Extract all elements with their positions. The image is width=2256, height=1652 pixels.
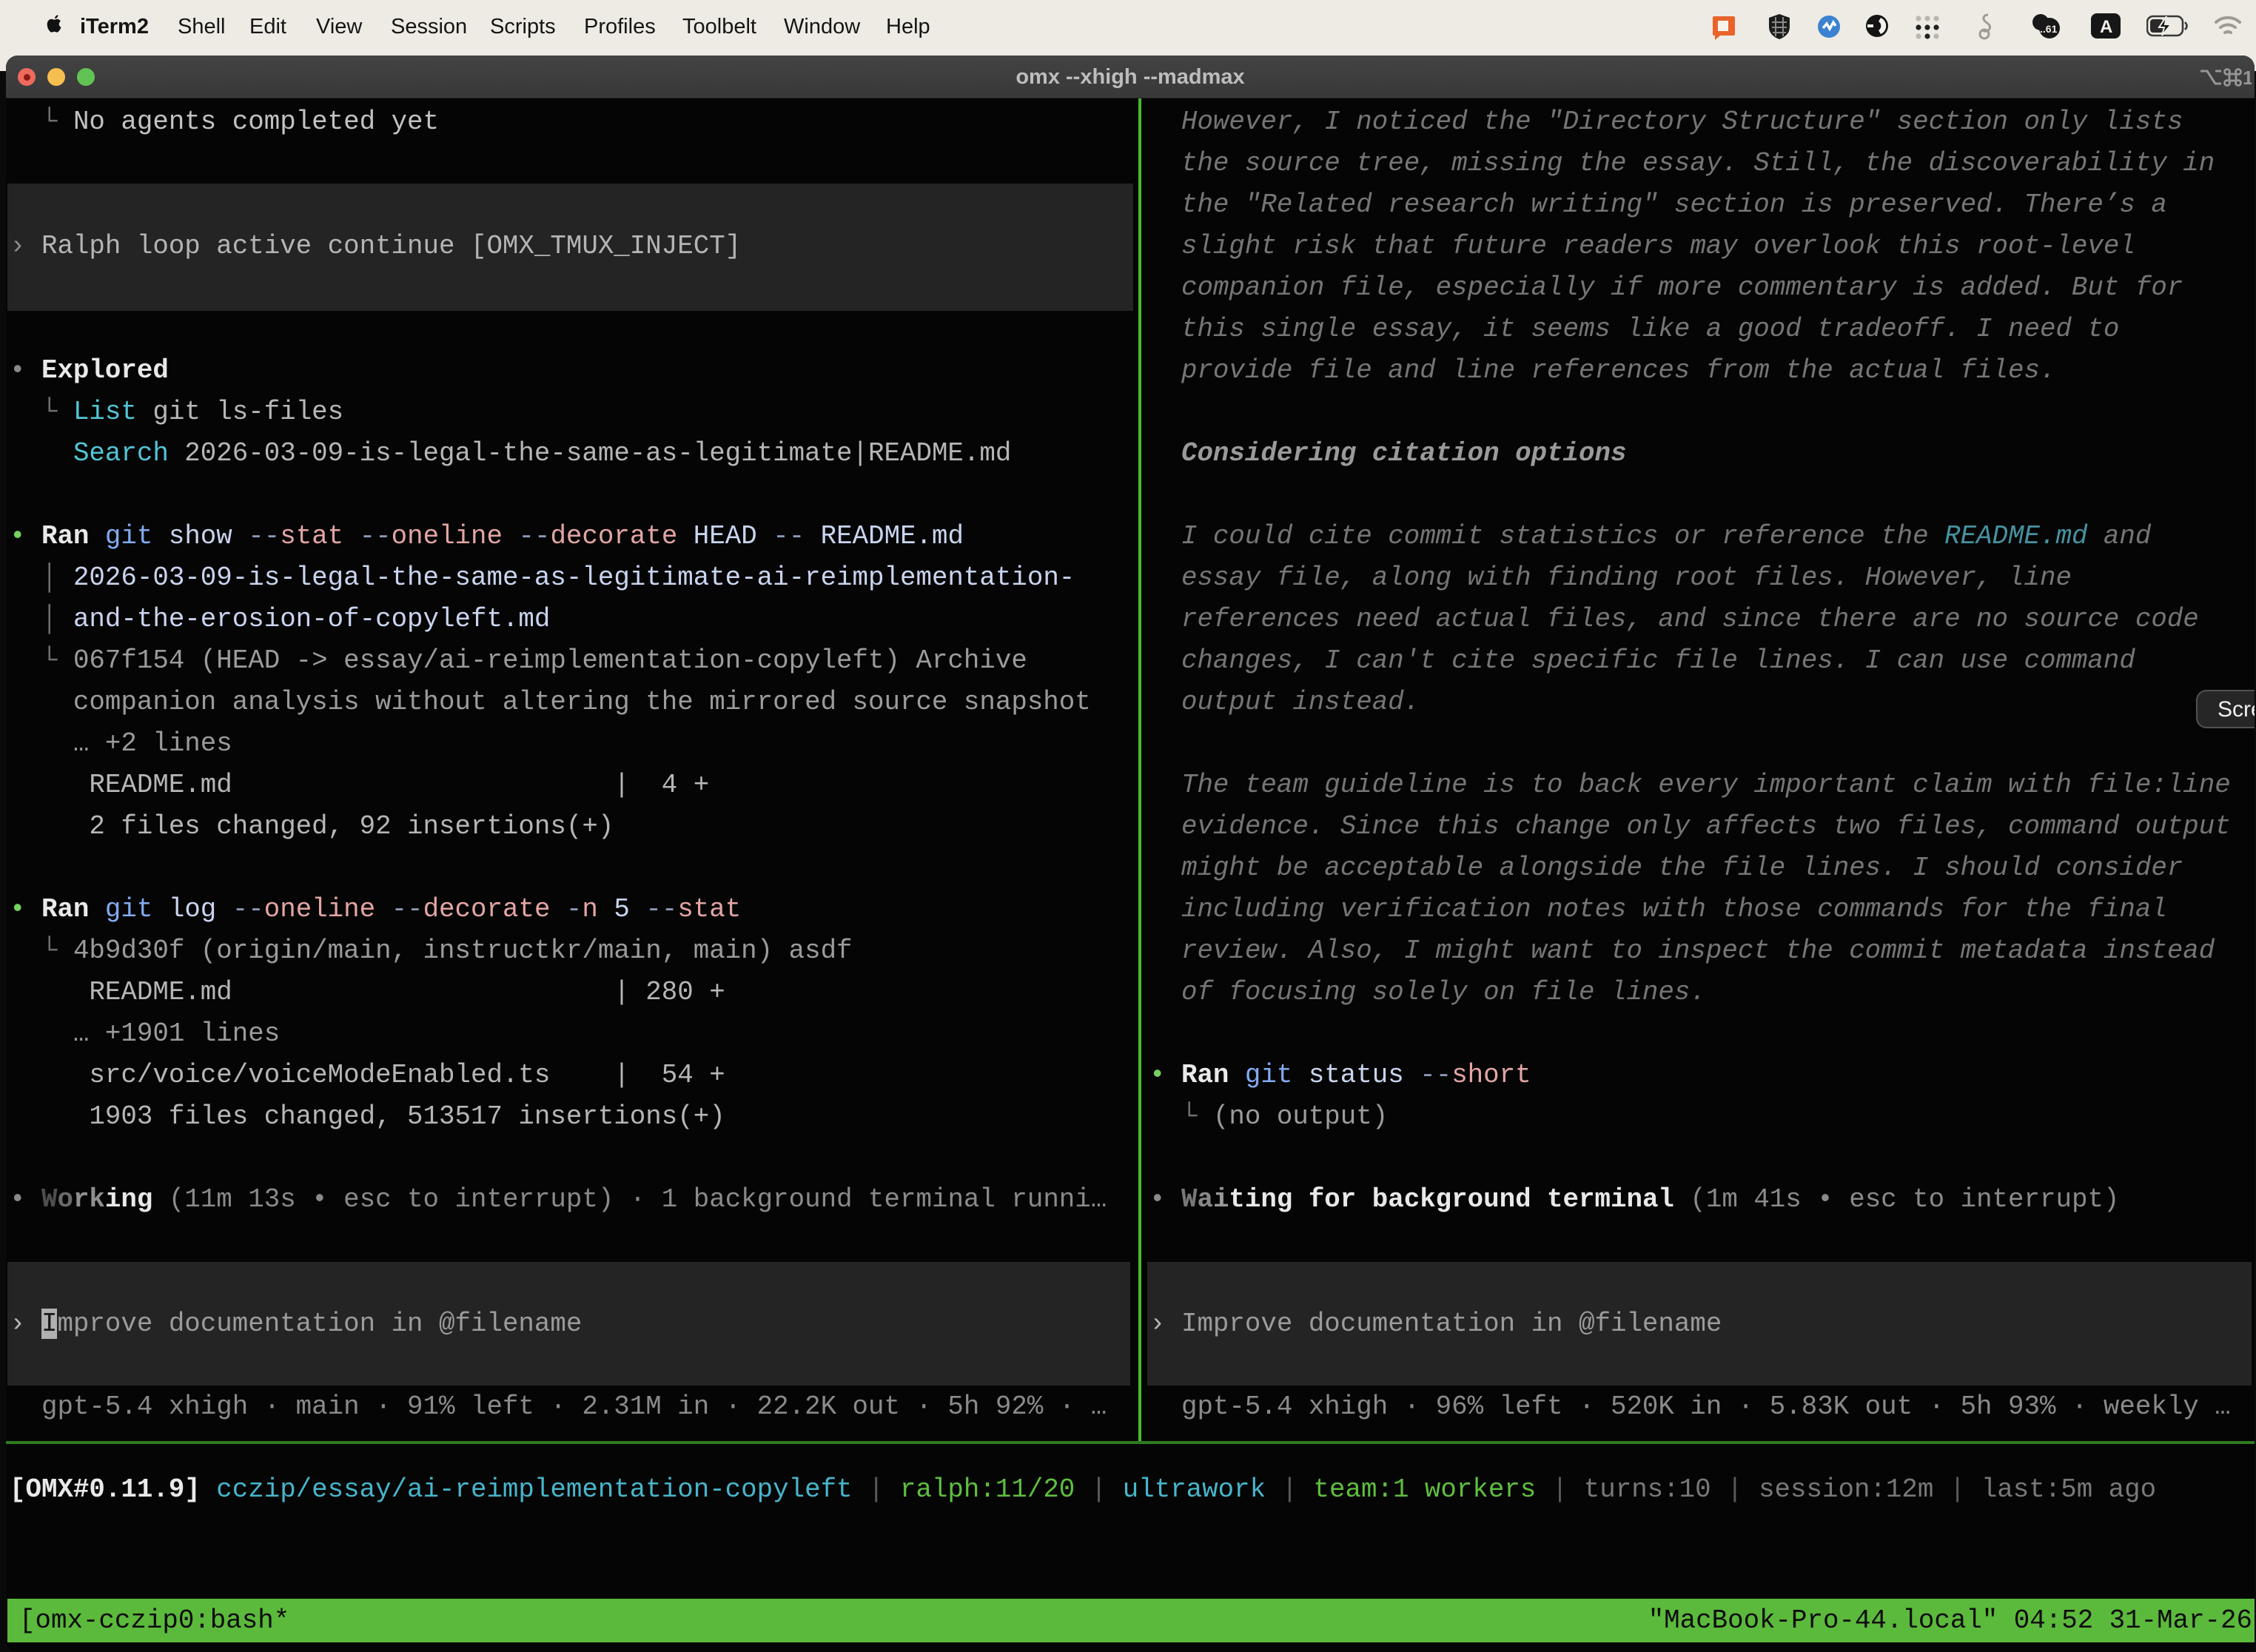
svg-text:..61: ..61	[2040, 23, 2058, 35]
svg-text:A: A	[2100, 17, 2112, 37]
svg-text:1: 1	[2243, 67, 2252, 89]
